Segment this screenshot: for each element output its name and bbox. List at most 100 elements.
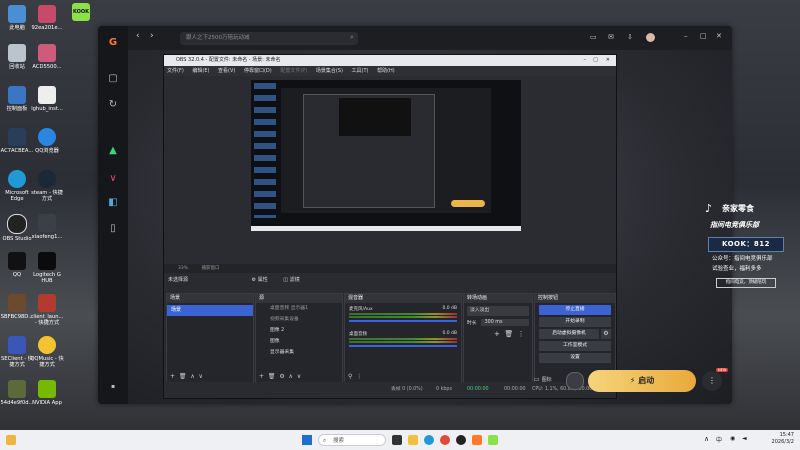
- bottom-chat-icon[interactable]: ▭ 图标: [534, 376, 552, 383]
- v-icon[interactable]: ∨: [106, 172, 120, 186]
- more-menu-button[interactable]: ⋮: [702, 371, 722, 391]
- scene-item[interactable]: 场景: [167, 305, 253, 316]
- obs-close-icon[interactable]: ✕: [606, 55, 610, 66]
- desktop-icon-control-panel[interactable]: 控制面板: [0, 86, 34, 112]
- menu-file[interactable]: 文件(F): [167, 68, 184, 74]
- tray-expand-icon[interactable]: ∧: [704, 435, 709, 443]
- desktop-icon-qqmusic[interactable]: QQMusic - 快捷方式: [30, 336, 64, 368]
- add-icon[interactable]: +: [170, 373, 175, 380]
- desktop-icon-edge[interactable]: Microsoft Edge: [0, 170, 34, 202]
- l-icon[interactable]: ◧: [106, 196, 120, 210]
- source-item[interactable]: 图像 2: [256, 325, 342, 336]
- desktop-icon-img1[interactable]: 92ea201e...: [30, 5, 64, 31]
- bag-icon[interactable]: ▢: [106, 72, 120, 86]
- close-icon[interactable]: ✕: [716, 32, 722, 40]
- chat-icon[interactable]: ▭: [590, 33, 597, 41]
- menu-help[interactable]: 帮助(H): [377, 68, 395, 74]
- widgets-icon[interactable]: [6, 435, 16, 445]
- desktop-icon-lghub-inst[interactable]: lghub_inst...: [30, 86, 64, 112]
- desktop-icon-this-pc[interactable]: 此电脑: [0, 5, 34, 31]
- maximize-icon[interactable]: □: [700, 32, 707, 40]
- forward-icon[interactable]: ›: [150, 31, 154, 41]
- chrome-icon[interactable]: [440, 435, 450, 445]
- properties-button[interactable]: ⚙ 属性: [252, 277, 268, 283]
- desktop-icon-recycle[interactable]: 回收站: [0, 44, 34, 70]
- search-input[interactable]: 跟人之下2500万陪玩动减: [180, 32, 358, 45]
- stop-streaming-button[interactable]: 停止直播: [539, 305, 611, 315]
- desktop-icon-steam[interactable]: steam - 快捷方式: [30, 170, 64, 202]
- logo-icon[interactable]: G: [106, 36, 120, 50]
- menu-tools[interactable]: 工具(T): [352, 68, 369, 74]
- desktop-icon-kook[interactable]: KOOK: [64, 3, 98, 23]
- desktop-icon-acdsee[interactable]: ACD5500...: [30, 44, 64, 70]
- transition-select[interactable]: 淡入淡出: [467, 306, 529, 316]
- gear-icon[interactable]: ⚙: [279, 373, 284, 380]
- desktop-icon-xiaofeng[interactable]: xiaofeng1...: [30, 214, 64, 240]
- menu-view[interactable]: 查看(V): [218, 68, 235, 74]
- studio-mode-button[interactable]: 工作室模式: [539, 341, 611, 351]
- kook-icon[interactable]: [488, 435, 498, 445]
- mic-volume-slider[interactable]: [349, 320, 457, 322]
- down-icon[interactable]: ∨: [297, 373, 301, 380]
- add-icon[interactable]: +: [259, 373, 264, 380]
- virtual-camera-button[interactable]: 启动虚拟摄像机: [539, 329, 599, 339]
- triangle-icon[interactable]: ▲: [106, 144, 120, 158]
- bottom-avatar[interactable]: [566, 372, 584, 390]
- up-icon[interactable]: ∧: [289, 373, 293, 380]
- source-item[interactable]: 桌面音频 显示器1: [256, 303, 342, 314]
- up-icon[interactable]: ∧: [190, 373, 194, 380]
- source-item[interactable]: 显示器采集: [256, 347, 342, 358]
- settings-icon[interactable]: ▪: [106, 380, 120, 394]
- clock[interactable]: 15:47 2026/3/2: [760, 432, 794, 446]
- filters-button[interactable]: ◫ 滤镜: [283, 277, 299, 283]
- link-icon[interactable]: ⚲: [348, 373, 352, 380]
- volume-icon[interactable]: ◄: [742, 435, 747, 442]
- duration-input[interactable]: 300 ms: [480, 319, 529, 326]
- taskview-icon[interactable]: [392, 435, 402, 445]
- edge-icon[interactable]: [424, 435, 434, 445]
- desktop-icon-qq[interactable]: QQ: [0, 252, 34, 278]
- desktop-icon-file2[interactable]: SBFBC98D...: [0, 294, 34, 320]
- more-icon[interactable]: ⋮: [356, 373, 362, 380]
- down-icon[interactable]: ∨: [199, 373, 203, 380]
- source-item[interactable]: 视频采集设备: [256, 314, 342, 325]
- desktop-volume-slider[interactable]: [349, 345, 457, 347]
- delete-icon[interactable]: 🗑: [179, 373, 187, 380]
- delete-icon[interactable]: 🗑: [268, 373, 276, 380]
- explorer-icon[interactable]: [408, 435, 418, 445]
- desktop-icon-file1[interactable]: AC7ACBEA...: [0, 128, 34, 154]
- desktop-icon-file3[interactable]: 54d4e9f0d...: [0, 380, 34, 406]
- taskbar-search[interactable]: ⌕ 搜索: [318, 434, 386, 446]
- obs-icon[interactable]: [456, 435, 466, 445]
- ime-indicator[interactable]: 中: [716, 435, 722, 444]
- download-icon[interactable]: ⇩: [627, 33, 633, 41]
- add-icon[interactable]: +: [494, 330, 500, 338]
- mail-icon[interactable]: ✉: [608, 33, 614, 41]
- obs-preview[interactable]: [164, 76, 616, 264]
- more-icon[interactable]: ⋮: [518, 330, 525, 338]
- search-icon[interactable]: ⌕: [350, 33, 354, 42]
- start-menu-icon[interactable]: [302, 435, 312, 445]
- obs-maximize-icon[interactable]: □: [593, 55, 598, 66]
- desktop-icon-ghub[interactable]: Logitech G HUB: [30, 252, 64, 284]
- source-item[interactable]: 图像: [256, 336, 342, 347]
- minimize-icon[interactable]: –: [684, 32, 688, 40]
- menu-scene-collection[interactable]: 场景集合(S): [316, 68, 343, 74]
- desktop-icon-client[interactable]: client_laun... - 快捷方式: [30, 294, 64, 326]
- refresh-icon[interactable]: ↻: [106, 98, 120, 112]
- delete-icon[interactable]: 🗑: [504, 330, 513, 338]
- start-button[interactable]: ⚡ 启动: [588, 370, 696, 392]
- network-icon[interactable]: ◉: [730, 435, 735, 442]
- start-recording-button[interactable]: 开始录制: [539, 317, 611, 327]
- avatar[interactable]: [646, 33, 655, 42]
- desktop-icon-nvidia[interactable]: NVIDIA App: [30, 380, 64, 406]
- obs-minimize-icon[interactable]: –: [584, 55, 587, 66]
- phone-icon[interactable]: ▯: [106, 222, 120, 236]
- settings-button[interactable]: 设置: [539, 353, 611, 363]
- menu-docks[interactable]: 停靠窗口(D): [244, 68, 272, 74]
- menu-profile[interactable]: 配置文件(P): [280, 68, 307, 74]
- back-icon[interactable]: ‹: [136, 31, 140, 41]
- desktop-icon-qqbrowser[interactable]: QQ浏览器: [30, 128, 64, 154]
- virtual-camera-settings-icon[interactable]: ⚙: [601, 329, 611, 339]
- desktop-icon-obs[interactable]: OBS Studio: [0, 214, 34, 242]
